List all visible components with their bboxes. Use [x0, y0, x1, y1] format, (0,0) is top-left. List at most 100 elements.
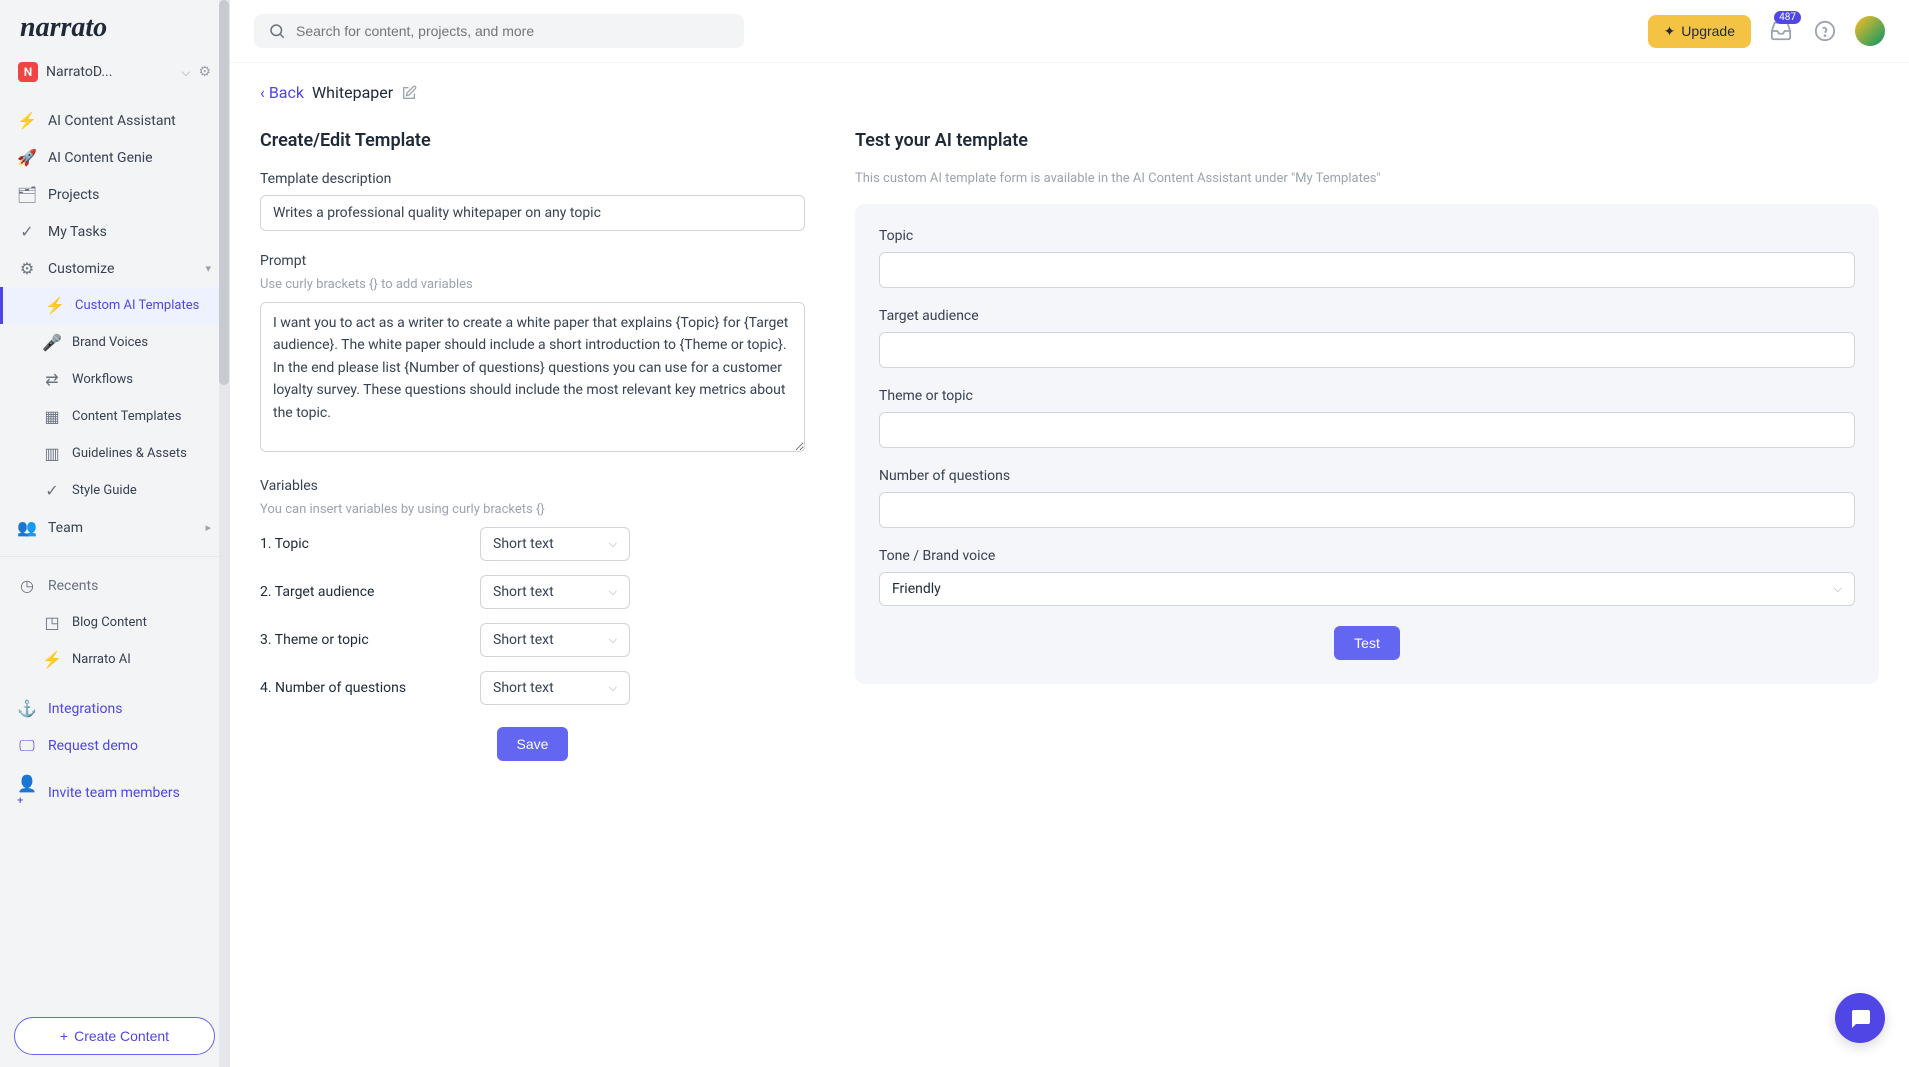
- test-field-input[interactable]: [879, 412, 1855, 448]
- nav-request-demo[interactable]: 🖵 Request demo: [0, 727, 229, 765]
- prompt-hint: Use curly brackets {} to add variables: [260, 277, 805, 292]
- test-field-label: Number of questions: [879, 468, 1855, 484]
- search-box[interactable]: [254, 14, 744, 48]
- nav-label: Customize: [48, 261, 114, 277]
- test-field-input[interactable]: [879, 252, 1855, 288]
- create-content-button[interactable]: + Create Content: [14, 1017, 215, 1055]
- variable-name: 3. Theme or topic: [260, 632, 460, 648]
- variable-type-select[interactable]: Short text ⌵: [480, 623, 630, 657]
- clock-icon: ◷: [18, 576, 36, 595]
- nav-label: Guidelines & Assets: [72, 446, 187, 461]
- mic-icon: 🎤: [44, 333, 60, 352]
- nav-label: My Tasks: [48, 224, 107, 240]
- nav-content-templates[interactable]: ▦ Content Templates: [0, 398, 229, 435]
- desc-input[interactable]: [260, 195, 805, 231]
- nav-workflows[interactable]: ⇄ Workflows: [0, 361, 229, 398]
- nav-label: Style Guide: [72, 483, 137, 498]
- workspace-icon: N: [18, 62, 38, 82]
- nav-ai-content-genie[interactable]: 🚀 AI Content Genie: [0, 139, 229, 176]
- test-panel: Topic Target audience Theme or topic Num…: [855, 204, 1879, 684]
- chevron-down-icon[interactable]: ⌵: [181, 65, 190, 80]
- variable-name: 4. Number of questions: [260, 680, 460, 696]
- back-label: Back: [269, 83, 304, 102]
- plus-icon: +: [60, 1028, 68, 1044]
- topbar: ✦ Upgrade 487: [230, 0, 1909, 63]
- test-field-input[interactable]: [879, 492, 1855, 528]
- variable-type-value: Short text: [493, 536, 554, 552]
- chevron-left-icon: ‹: [260, 83, 265, 102]
- bolt-icon: ⚡: [47, 296, 63, 315]
- variable-row: 4. Number of questions Short text ⌵: [260, 671, 805, 705]
- chevron-down-icon: ⌵: [609, 633, 617, 647]
- edit-icon[interactable]: [401, 85, 417, 101]
- nav-label: Recents: [48, 578, 98, 594]
- vars-label: Variables: [260, 478, 805, 494]
- nav-integrations[interactable]: ⚓ Integrations: [0, 690, 229, 727]
- nav-label: Brand Voices: [72, 335, 148, 350]
- bolt-icon: ⚡: [44, 650, 60, 669]
- nav-label: Content Templates: [72, 409, 181, 424]
- chevron-down-icon: ⌵: [609, 681, 617, 695]
- inbox-icon[interactable]: 487: [1767, 17, 1795, 45]
- variable-type-value: Short text: [493, 680, 554, 696]
- workspace-name: NarratoD...: [46, 64, 173, 80]
- prompt-textarea[interactable]: [260, 302, 805, 452]
- logo[interactable]: narrato: [0, 0, 229, 52]
- sidebar-scrollbar[interactable]: [219, 0, 229, 1067]
- template-icon: ▦: [44, 407, 60, 426]
- variable-row: 1. Topic Short text ⌵: [260, 527, 805, 561]
- caret-right-icon: ▸: [205, 521, 211, 534]
- avatar[interactable]: [1855, 16, 1885, 46]
- variable-type-select[interactable]: Short text ⌵: [480, 575, 630, 609]
- nav-team[interactable]: 👥 Team ▸: [0, 509, 229, 546]
- nav-my-tasks[interactable]: ✓ My Tasks: [0, 213, 229, 250]
- chart-icon: ▥: [44, 444, 60, 463]
- nav-recent-narrato[interactable]: ⚡ Narrato AI: [0, 641, 229, 678]
- test-field-input[interactable]: [879, 332, 1855, 368]
- variable-type-select[interactable]: Short text ⌵: [480, 527, 630, 561]
- page-title: Whitepaper: [312, 83, 393, 102]
- check-icon: ✓: [18, 222, 36, 241]
- chat-fab[interactable]: [1835, 993, 1885, 1043]
- test-button[interactable]: Test: [1334, 626, 1400, 660]
- upgrade-label: Upgrade: [1681, 23, 1735, 39]
- gear-icon[interactable]: ⚙: [198, 64, 211, 80]
- variable-type-select[interactable]: Short text ⌵: [480, 671, 630, 705]
- back-link[interactable]: ‹ Back: [260, 83, 304, 102]
- nav-ai-content-assistant[interactable]: ⚡ AI Content Assistant: [0, 102, 229, 139]
- nav-label: Integrations: [48, 701, 122, 717]
- monitor-icon: 🖵: [18, 736, 36, 756]
- form-heading: Create/Edit Template: [260, 130, 805, 151]
- rocket-icon: 🚀: [18, 148, 36, 167]
- nav-label: Workflows: [72, 372, 133, 387]
- nav-label: Invite team members: [48, 785, 180, 801]
- inbox-badge: 487: [1774, 11, 1801, 24]
- create-label: Create Content: [74, 1028, 169, 1044]
- nav-brand-voices[interactable]: 🎤 Brand Voices: [0, 324, 229, 361]
- nav-custom-ai-templates[interactable]: ⚡ Custom AI Templates: [0, 287, 229, 324]
- desc-label: Template description: [260, 171, 805, 187]
- nav-invite-team[interactable]: 👤⁺ Invite team members: [0, 765, 229, 821]
- tone-label: Tone / Brand voice: [879, 548, 1855, 564]
- nav-label: Blog Content: [72, 615, 147, 630]
- nav-customize[interactable]: ⚙ Customize ▾: [0, 250, 229, 287]
- nav-guidelines[interactable]: ▥ Guidelines & Assets: [0, 435, 229, 472]
- nav-projects[interactable]: 🗂 Projects: [0, 176, 229, 213]
- briefcase-icon: 🗂: [18, 185, 36, 204]
- search-icon: [268, 22, 286, 40]
- help-icon[interactable]: [1811, 17, 1839, 45]
- tone-value: Friendly: [892, 581, 941, 597]
- user-plus-icon: 👤⁺: [18, 774, 36, 812]
- variable-name: 1. Topic: [260, 536, 460, 552]
- chevron-down-icon: ⌵: [1834, 582, 1842, 596]
- tone-select[interactable]: Friendly ⌵: [879, 572, 1855, 606]
- upgrade-button[interactable]: ✦ Upgrade: [1648, 15, 1751, 48]
- nav-style-guide[interactable]: ✓ Style Guide: [0, 472, 229, 509]
- workspace-switcher[interactable]: N NarratoD... ⌵ ⚙: [0, 52, 229, 96]
- variable-type-value: Short text: [493, 584, 554, 600]
- search-input[interactable]: [296, 23, 730, 39]
- nav-label: Request demo: [48, 738, 138, 754]
- nav-label: Team: [48, 520, 83, 536]
- nav-recent-blog[interactable]: ◳ Blog Content: [0, 604, 229, 641]
- save-button[interactable]: Save: [497, 727, 569, 761]
